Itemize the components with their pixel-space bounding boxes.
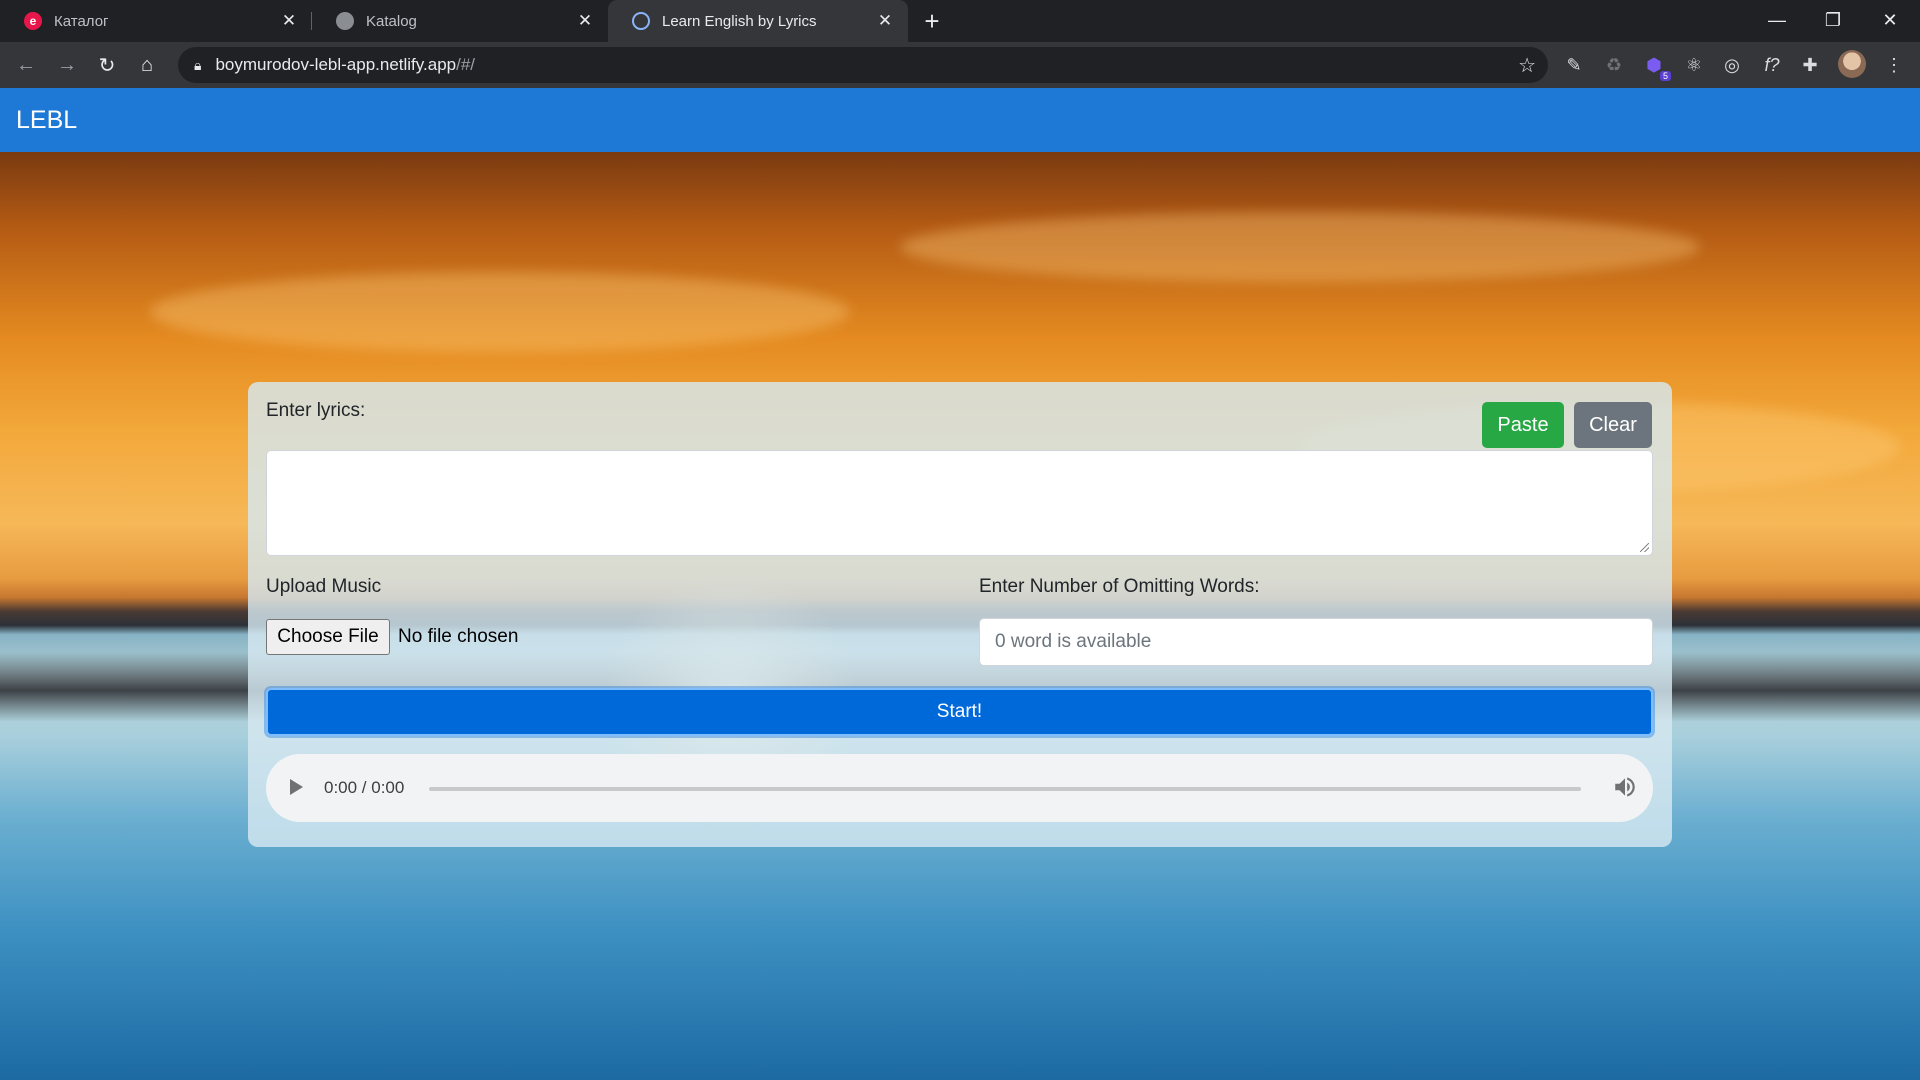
clear-button[interactable]: Clear bbox=[1574, 402, 1652, 448]
tab-title: Learn English by Lyrics bbox=[662, 12, 817, 30]
globe-icon bbox=[336, 12, 354, 30]
atom-icon[interactable]: ⚛ bbox=[1680, 51, 1708, 79]
window-close-icon[interactable]: ✕ bbox=[1862, 0, 1918, 40]
omit-words-label: Enter Number of Omitting Words: bbox=[979, 576, 1260, 597]
play-icon[interactable] bbox=[290, 779, 303, 795]
background-image: Enter lyrics: Paste Clear Upload Music C… bbox=[0, 152, 1920, 1080]
forward-icon[interactable]: → bbox=[51, 49, 83, 81]
address-bar[interactable]: 🔒︎ boymurodov-lebl-app.netlify.app/#/ ☆ bbox=[178, 47, 1548, 83]
seek-bar[interactable] bbox=[429, 787, 1581, 791]
new-tab-button[interactable]: + bbox=[918, 6, 946, 36]
url-path: /#/ bbox=[456, 55, 476, 74]
extension-badge: 5 bbox=[1659, 71, 1671, 81]
restore-icon[interactable]: ❐ bbox=[1805, 0, 1861, 40]
target-icon[interactable]: ◎ bbox=[1718, 51, 1746, 79]
player-time: 0:00 / 0:00 bbox=[324, 778, 405, 797]
omit-words-placeholder: 0 word is available bbox=[995, 631, 1152, 652]
url-text: boymurodov-lebl-app.netlify.app/#/ bbox=[215, 55, 475, 75]
tab-katalog[interactable]: Katalog ✕ bbox=[312, 0, 608, 42]
recycle-icon[interactable]: ♻ bbox=[1600, 51, 1628, 79]
tab-title: Katalog bbox=[366, 12, 417, 30]
tab-learn-english[interactable]: Learn English by Lyrics ✕ bbox=[608, 0, 908, 42]
paste-button[interactable]: Paste bbox=[1482, 402, 1564, 448]
lyrics-form-card: Enter lyrics: Paste Clear Upload Music C… bbox=[248, 382, 1672, 847]
file-status: No file chosen bbox=[398, 626, 519, 647]
puzzle-icon[interactable]: ✚ bbox=[1796, 51, 1824, 79]
tab-katalog-ru[interactable]: e Каталог ✕ bbox=[0, 0, 312, 42]
bookmark-star-icon[interactable]: ☆ bbox=[1518, 53, 1536, 78]
function-icon[interactable]: f? bbox=[1758, 51, 1786, 79]
shield-icon[interactable]: ⬢ 5 bbox=[1640, 51, 1671, 81]
lyrics-label: Enter lyrics: bbox=[266, 400, 366, 421]
volume-icon[interactable] bbox=[1612, 774, 1638, 800]
resize-grip-icon[interactable] bbox=[1640, 543, 1649, 552]
lyrics-textarea[interactable] bbox=[266, 450, 1653, 556]
profile-avatar[interactable] bbox=[1838, 50, 1866, 78]
brand-logo[interactable]: LEBL bbox=[16, 106, 77, 135]
back-icon[interactable]: ← bbox=[10, 49, 42, 81]
cloud-decoration bbox=[900, 212, 1700, 282]
upload-label: Upload Music bbox=[266, 576, 382, 597]
url-host: boymurodov-lebl-app.netlify.app bbox=[215, 55, 457, 74]
reload-icon[interactable]: ↻ bbox=[91, 49, 123, 81]
pen-icon[interactable]: ✎ bbox=[1560, 51, 1588, 79]
choose-file-button[interactable]: Choose File bbox=[266, 619, 390, 655]
omit-words-input[interactable]: 0 word is available bbox=[979, 618, 1653, 666]
web-icon bbox=[632, 12, 650, 30]
minimize-icon[interactable]: — bbox=[1749, 0, 1805, 40]
tab-strip: e Каталог ✕ Katalog ✕ Learn English by L… bbox=[0, 0, 1920, 42]
menu-dots-icon[interactable]: ⋮ bbox=[1880, 51, 1908, 79]
tab-title: Каталог bbox=[54, 12, 109, 30]
audio-player: 0:00 / 0:00 bbox=[266, 754, 1653, 822]
browser-toolbar: ← → ↻ ⌂ 🔒︎ boymurodov-lebl-app.netlify.a… bbox=[0, 42, 1920, 88]
close-icon[interactable]: ✕ bbox=[574, 10, 596, 32]
e-letter-icon: e bbox=[24, 12, 42, 30]
lock-icon: 🔒︎ bbox=[194, 56, 202, 73]
close-icon[interactable]: ✕ bbox=[874, 10, 896, 32]
home-icon[interactable]: ⌂ bbox=[131, 49, 163, 81]
close-icon[interactable]: ✕ bbox=[278, 10, 300, 32]
start-button[interactable]: Start! bbox=[266, 688, 1653, 736]
cloud-decoration bbox=[150, 272, 850, 352]
app-navbar: LEBL bbox=[0, 88, 1920, 152]
